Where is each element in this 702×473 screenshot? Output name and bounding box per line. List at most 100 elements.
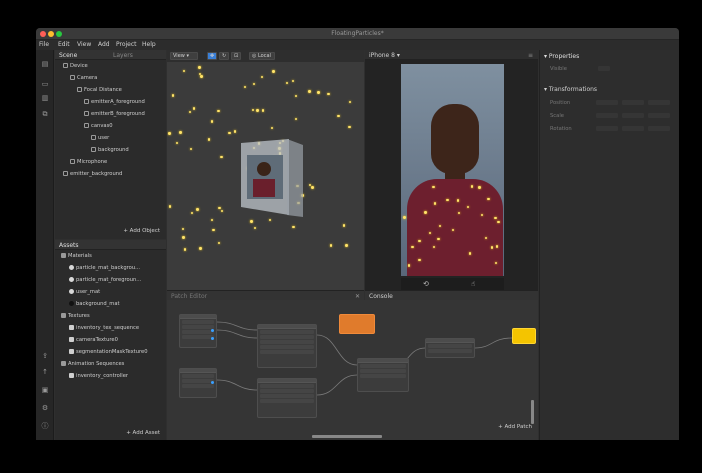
particle — [188, 110, 192, 114]
properties-title-text: Properties — [548, 53, 580, 60]
patch-node-4[interactable] — [257, 378, 317, 418]
transform-value-input[interactable] — [648, 126, 670, 131]
local-toggle[interactable]: ◎ Local — [249, 52, 275, 60]
scene-tree-item[interactable]: Device — [63, 63, 88, 69]
particle — [256, 109, 259, 112]
menu-view[interactable]: View — [77, 41, 91, 48]
simulator-icon[interactable]: ▭ — [40, 80, 50, 89]
particle — [261, 109, 265, 112]
transform-value-input[interactable] — [596, 100, 618, 105]
scene-tree-item[interactable]: emitterA_foreground — [84, 99, 145, 105]
scale-tool-button[interactable]: ⊡ — [231, 52, 241, 60]
transform-value-input[interactable] — [622, 113, 644, 118]
device-select[interactable]: iPhone 8 ▾ — [369, 52, 400, 59]
patch-hscrollbar[interactable] — [312, 435, 382, 438]
asset-item[interactable]: user_mat — [69, 289, 100, 295]
transform-value-input[interactable] — [622, 126, 644, 131]
add-object-button[interactable]: + Add Object — [123, 228, 160, 234]
asset-item[interactable]: background_mat — [69, 301, 120, 307]
patch-editor[interactable]: + Add Patch — [167, 300, 538, 440]
patch-search-bar: Patch Editor ✕ — [167, 290, 364, 300]
rotate-tool-button[interactable]: ↻ — [219, 52, 229, 60]
add-asset-button[interactable]: + Add Asset — [126, 430, 160, 436]
patch-node-1[interactable] — [179, 314, 217, 348]
patch-icon[interactable]: ⧉ — [40, 110, 50, 119]
asset-item[interactable]: Textures — [61, 313, 90, 319]
patch-node-orange[interactable] — [339, 314, 375, 334]
particle — [494, 261, 498, 264]
console-tab[interactable]: Console — [369, 293, 393, 300]
transform-value-input[interactable] — [648, 113, 670, 118]
scene-tree-item[interactable]: canvas0 — [84, 123, 113, 129]
scene-tree-item[interactable]: background — [91, 147, 129, 153]
particle — [220, 155, 223, 159]
scene-tree-item[interactable]: Camera — [70, 75, 97, 81]
menu-file[interactable]: File — [39, 41, 49, 48]
menu-edit[interactable]: Edit — [58, 41, 70, 48]
particle — [207, 138, 211, 141]
view-dropdown[interactable]: View ▾ — [170, 52, 198, 60]
transform-value-input[interactable] — [622, 100, 644, 105]
viewport[interactable]: View ▾ ✥ ↻ ⊡ ◎ Local — [167, 50, 364, 299]
patch-node-6[interactable] — [425, 338, 475, 358]
scene-tree-label: emitterB_foreground — [91, 111, 145, 117]
patch-node-5[interactable] — [357, 358, 409, 392]
particle — [183, 248, 187, 251]
move-tool-button[interactable]: ✥ — [207, 52, 217, 60]
scene-node-icon — [91, 147, 96, 152]
patch-search-input[interactable]: Patch Editor — [171, 293, 207, 300]
scene-tree-item[interactable]: user — [91, 135, 109, 141]
asset-item[interactable]: cameraTexture0 — [69, 337, 118, 343]
patch-node-yellow[interactable] — [512, 328, 536, 344]
touch-icon[interactable]: ☝ — [471, 280, 475, 288]
simulator-menu-icon[interactable]: ≡ — [528, 52, 533, 59]
asset-item[interactable]: segmentationMaskTexture0 — [69, 349, 148, 355]
patch-scrollbar[interactable] — [531, 400, 534, 424]
simulator-screen[interactable] — [401, 64, 504, 276]
scene-canvas-preview — [241, 139, 303, 217]
tab-layers[interactable]: Layers — [113, 52, 133, 59]
asset-item[interactable]: particle_mat_backgrou... — [69, 265, 140, 271]
menu-help[interactable]: Help — [142, 41, 156, 48]
scene-node-icon — [84, 111, 89, 116]
title-bar: FloatingParticles* — [36, 28, 679, 40]
scene-tree-item[interactable]: Focal Distance — [77, 87, 122, 93]
settings-icon[interactable]: ⚙ — [40, 404, 50, 413]
menu-project[interactable]: Project — [116, 41, 137, 48]
add-patch-button[interactable]: + Add Patch — [498, 424, 532, 430]
device-icon[interactable]: ▣ — [40, 386, 50, 395]
upload-icon[interactable]: ↑ — [40, 368, 50, 377]
scene-icon[interactable]: ▤ — [40, 60, 50, 69]
particle — [189, 147, 193, 151]
close-patch-icon[interactable]: ✕ — [355, 293, 360, 300]
visible-checkbox[interactable] — [598, 66, 610, 71]
particle — [181, 227, 185, 231]
scene-tree-item[interactable]: Microphone — [70, 159, 107, 165]
export-icon[interactable]: ⇪ — [40, 352, 50, 361]
particle — [233, 130, 237, 133]
transform-value-input[interactable] — [648, 100, 670, 105]
asset-item[interactable]: Materials — [61, 253, 92, 259]
particle — [210, 218, 214, 222]
transform-value-input[interactable] — [596, 126, 618, 131]
simulator-panel: iPhone 8 ▾ ≡ ⟲ ☝ — [365, 50, 538, 299]
transform-value-input[interactable] — [596, 113, 618, 118]
asset-item[interactable]: Animation Sequences — [61, 361, 124, 367]
asset-item[interactable]: particle_mat_foregroun... — [69, 277, 141, 283]
tab-scene[interactable]: Scene — [59, 52, 77, 59]
texture-icon — [69, 325, 74, 330]
asset-item[interactable]: inventory_tex_sequence — [69, 325, 139, 331]
asset-item[interactable]: inventory_controller — [69, 373, 128, 379]
help-icon[interactable]: ⓘ — [40, 422, 50, 431]
restart-icon[interactable]: ⟲ — [423, 280, 429, 288]
patch-node-3[interactable] — [257, 324, 317, 368]
particle — [285, 81, 288, 85]
layout-icon[interactable]: ▥ — [40, 94, 50, 103]
scene-tree-label: user — [98, 135, 110, 141]
menu-add[interactable]: Add — [98, 41, 110, 48]
scene-tree-item[interactable]: emitter_background — [63, 171, 122, 177]
patch-node-2[interactable] — [179, 368, 217, 398]
device-select-label: iPhone 8 — [369, 52, 395, 59]
scene-tree-item[interactable]: emitterB_foreground — [84, 111, 145, 117]
particle — [437, 237, 440, 241]
